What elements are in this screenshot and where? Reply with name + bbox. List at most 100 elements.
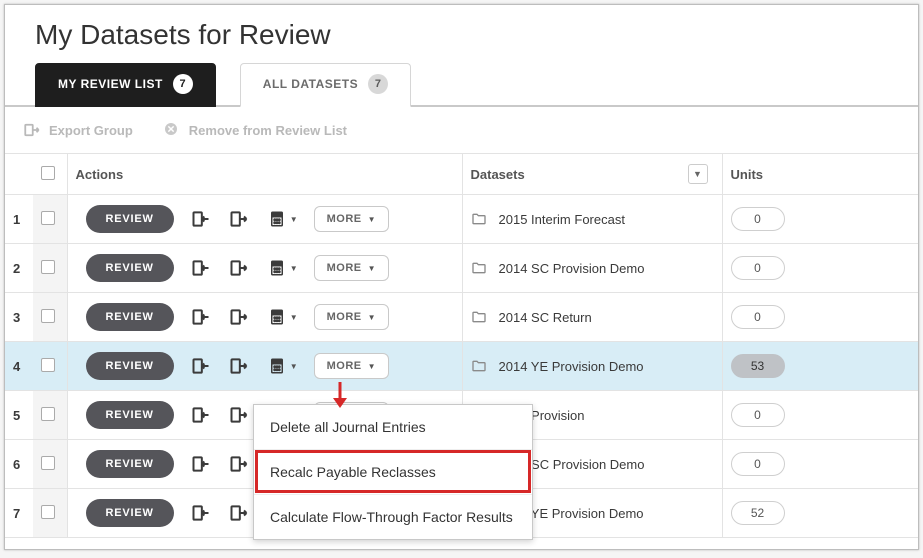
export-group-button[interactable]: Export Group [23, 121, 133, 139]
chevron-down-icon: ▼ [368, 215, 376, 224]
dataset-name: 2014 YE Provision Demo [499, 359, 644, 374]
tab-count-badge: 7 [173, 74, 193, 94]
calculator-icon [266, 355, 288, 377]
header-units: Units [722, 154, 918, 195]
row-checkbox[interactable] [33, 391, 67, 440]
review-button[interactable]: REVIEW [86, 401, 174, 429]
chevron-down-icon: ▼ [290, 264, 298, 273]
calculator-dropdown[interactable]: ▼ [266, 257, 298, 279]
review-button[interactable]: REVIEW [86, 450, 174, 478]
menu-item[interactable]: Calculate Flow-Through Factor Results [254, 494, 532, 539]
table-row: 1REVIEW▼MORE ▼2015 Interim Forecast0 [5, 195, 918, 244]
units-cell: 0 [722, 244, 918, 293]
row-checkbox[interactable] [33, 293, 67, 342]
tab-my-review-list[interactable]: MY REVIEW LIST 7 [35, 63, 216, 107]
calculator-dropdown[interactable]: ▼ [266, 306, 298, 328]
tab-label: ALL DATASETS [263, 77, 358, 91]
export-icon [23, 121, 41, 139]
actions-cell: REVIEW▼MORE ▼ [67, 195, 462, 244]
chevron-down-icon: ▼ [688, 164, 708, 184]
row-checkbox[interactable] [33, 489, 67, 538]
review-button[interactable]: REVIEW [86, 352, 174, 380]
menu-item[interactable]: Recalc Payable Reclasses [254, 449, 532, 494]
units-pill[interactable]: 0 [731, 207, 785, 231]
import-icon[interactable] [190, 257, 212, 279]
import-icon[interactable] [190, 355, 212, 377]
import-icon[interactable] [190, 502, 212, 524]
export-icon[interactable] [228, 453, 250, 475]
review-button[interactable]: REVIEW [86, 254, 174, 282]
export-icon[interactable] [228, 355, 250, 377]
dataset-name: 2014 SC Return [499, 310, 592, 325]
import-icon[interactable] [190, 404, 212, 426]
tab-count-badge: 7 [368, 74, 388, 94]
units-cell: 0 [722, 293, 918, 342]
row-number: 6 [5, 440, 33, 489]
table-row: 4REVIEW▼MORE ▼2014 YE Provision Demo53 [5, 342, 918, 391]
review-button[interactable]: REVIEW [86, 499, 174, 527]
units-cell: 0 [722, 195, 918, 244]
chevron-down-icon: ▼ [290, 215, 298, 224]
calculator-dropdown[interactable]: ▼ [266, 208, 298, 230]
import-icon[interactable] [190, 453, 212, 475]
chevron-down-icon: ▼ [290, 313, 298, 322]
toolbar: Export Group Remove from Review List [5, 107, 918, 153]
review-button[interactable]: REVIEW [86, 303, 174, 331]
row-checkbox[interactable] [33, 244, 67, 293]
import-icon[interactable] [190, 306, 212, 328]
menu-item[interactable]: Delete all Journal Entries [254, 405, 532, 449]
folder-icon [471, 358, 487, 374]
dataset-name: 2015 Interim Forecast [499, 212, 625, 227]
header-select-all[interactable] [33, 154, 67, 195]
toolbar-label: Remove from Review List [189, 123, 347, 138]
dataset-cell[interactable]: 2014 SC Provision Demo [462, 244, 722, 293]
remove-from-review-button[interactable]: Remove from Review List [163, 121, 347, 139]
units-pill[interactable]: 0 [731, 305, 785, 329]
units-pill[interactable]: 0 [731, 256, 785, 280]
units-pill[interactable]: 0 [731, 403, 785, 427]
more-button[interactable]: MORE ▼ [314, 353, 389, 379]
units-pill[interactable]: 0 [731, 452, 785, 476]
units-pill[interactable]: 53 [731, 354, 785, 378]
row-number: 2 [5, 244, 33, 293]
annotation-arrow-icon [328, 382, 352, 408]
folder-icon [471, 211, 487, 227]
row-checkbox[interactable] [33, 342, 67, 391]
header-label: Datasets [471, 167, 525, 182]
export-icon[interactable] [228, 306, 250, 328]
dataset-name: 2014 SC Provision Demo [499, 261, 645, 276]
export-icon[interactable] [228, 502, 250, 524]
row-number: 3 [5, 293, 33, 342]
dataset-cell[interactable]: 2015 Interim Forecast [462, 195, 722, 244]
units-cell: 0 [722, 391, 918, 440]
import-icon[interactable] [190, 208, 212, 230]
export-icon[interactable] [228, 257, 250, 279]
export-icon[interactable] [228, 404, 250, 426]
calculator-icon [266, 257, 288, 279]
chevron-down-icon: ▼ [290, 362, 298, 371]
more-button[interactable]: MORE ▼ [314, 206, 389, 232]
header-rownum [5, 154, 33, 195]
actions-cell: REVIEW ▼ MORE ▼ [67, 244, 462, 293]
units-cell: 0 [722, 440, 918, 489]
folder-icon [471, 260, 487, 276]
row-number: 1 [5, 195, 33, 244]
remove-icon [163, 121, 181, 139]
checkbox-icon [41, 456, 55, 470]
tab-bar: MY REVIEW LIST 7 ALL DATASETS 7 [5, 61, 918, 107]
checkbox-icon [41, 260, 55, 274]
dataset-cell[interactable]: 2014 YE Provision Demo [462, 342, 722, 391]
review-button[interactable]: REVIEW [86, 205, 174, 233]
row-number: 5 [5, 391, 33, 440]
export-icon[interactable] [228, 208, 250, 230]
table-row: 2 REVIEW ▼ MORE ▼ 2014 SC Provision Demo 0 [5, 244, 918, 293]
more-button[interactable]: MORE ▼ [314, 255, 389, 281]
calculator-dropdown[interactable]: ▼ [266, 355, 298, 377]
dataset-cell[interactable]: 2014 SC Return [462, 293, 722, 342]
tab-all-datasets[interactable]: ALL DATASETS 7 [240, 63, 411, 107]
row-checkbox[interactable] [33, 195, 67, 244]
row-checkbox[interactable] [33, 440, 67, 489]
units-pill[interactable]: 52 [731, 501, 785, 525]
more-button[interactable]: MORE ▼ [314, 304, 389, 330]
header-datasets[interactable]: Datasets ▼ [462, 154, 722, 195]
